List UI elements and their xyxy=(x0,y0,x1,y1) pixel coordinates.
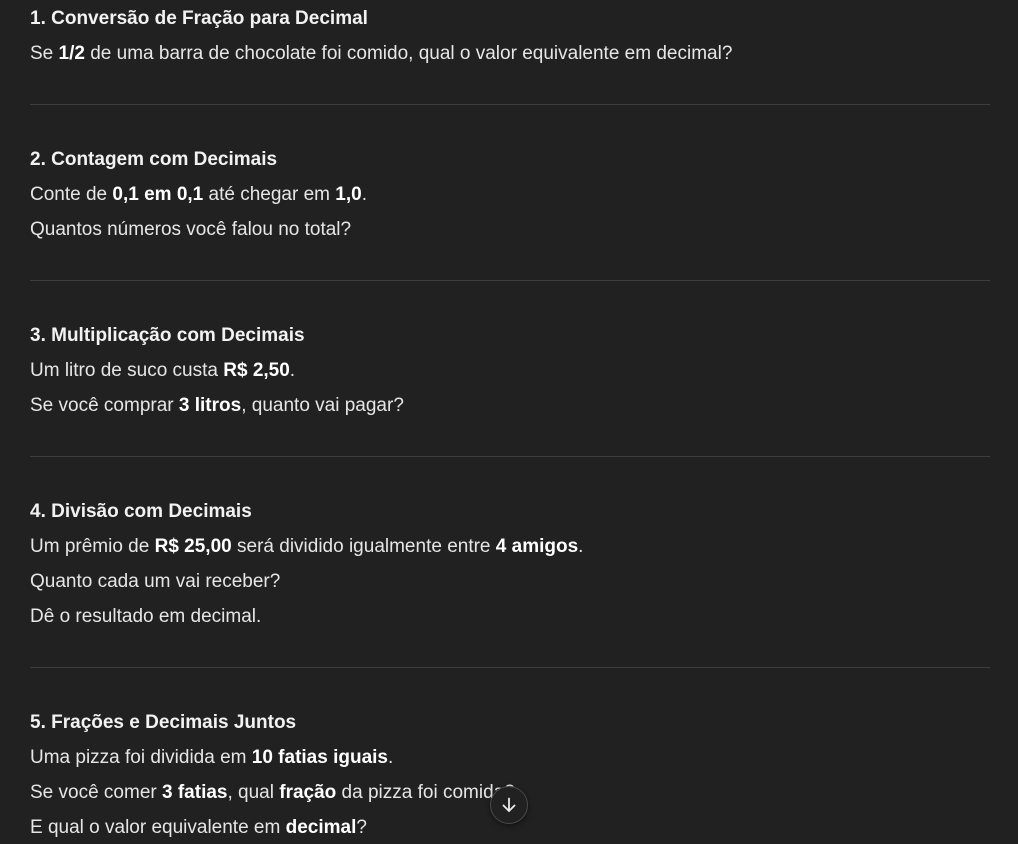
section-divider xyxy=(30,280,990,281)
bold-run: fração xyxy=(279,782,337,803)
exercise-4: 4. Divisão com Decimais Um prêmio de R$ … xyxy=(30,494,583,634)
text-run: de uma barra de chocolate foi comido, qu… xyxy=(84,43,733,64)
bold-run: 0,1 em 0,1 xyxy=(112,184,204,205)
section-divider xyxy=(30,104,990,105)
exercise-2-line-1: Conte de 0,1 em 0,1 até chegar em 1,0. xyxy=(30,177,367,212)
exercise-2-title: 2. Contagem com Decimais xyxy=(30,149,278,170)
exercise-5: 5. Frações e Decimais Juntos Uma pizza f… xyxy=(30,705,515,844)
exercise-3: 3. Multiplicação com Decimais Um litro d… xyxy=(30,318,404,423)
exercise-1-title: 1. Conversão de Fração para Decimal xyxy=(30,8,368,29)
text-run: , qual xyxy=(227,782,280,803)
text-run: Uma pizza foi dividida em xyxy=(30,747,252,768)
exercise-1-line-1: Se 1/2 de uma barra de chocolate foi com… xyxy=(30,36,732,71)
bold-run: R$ 25,00 xyxy=(154,536,232,557)
exercise-3-line-2: Se você comprar 3 litros, quanto vai pag… xyxy=(30,388,404,423)
text-run: Quanto cada um vai receber? xyxy=(30,571,281,592)
text-run: Se xyxy=(30,43,59,64)
exercise-1: 1. Conversão de Fração para Decimal Se 1… xyxy=(30,1,732,71)
bold-run: 1,0 xyxy=(335,184,362,205)
scroll-to-bottom-button[interactable] xyxy=(490,786,528,824)
text-run: Quantos números você falou no total? xyxy=(30,219,352,240)
exercise-2: 2. Contagem com Decimais Conte de 0,1 em… xyxy=(30,142,367,247)
exercise-2-line-2: Quantos números você falou no total? xyxy=(30,212,367,247)
text-run: . xyxy=(388,747,394,768)
text-run: . xyxy=(361,184,367,205)
bold-run: 3 litros xyxy=(178,395,242,416)
text-run: ? xyxy=(356,817,367,838)
exercise-4-line-3: Dê o resultado em decimal. xyxy=(30,599,583,634)
exercise-4-line-2: Quanto cada um vai receber? xyxy=(30,564,583,599)
exercise-5-line-2: Se você comer 3 fatias, qual fração da p… xyxy=(30,775,515,810)
exercise-4-line-1: Um prêmio de R$ 25,00 será dividido igua… xyxy=(30,529,583,564)
bold-run: 4 amigos xyxy=(495,536,579,557)
section-divider xyxy=(30,456,990,457)
exercise-3-line-1: Um litro de suco custa R$ 2,50. xyxy=(30,353,404,388)
text-run: até chegar em xyxy=(203,184,336,205)
bold-run: 10 fatias iguais xyxy=(251,747,388,768)
text-run: . xyxy=(289,360,296,381)
text-run: Um prêmio de xyxy=(30,536,155,557)
exercise-3-title: 3. Multiplicação com Decimais xyxy=(30,325,305,346)
text-run: Se você comprar xyxy=(30,395,179,416)
text-run: , quanto vai pagar? xyxy=(241,395,404,416)
bold-run: 1/2 xyxy=(58,43,85,64)
exercise-4-title: 4. Divisão com Decimais xyxy=(30,501,252,522)
section-divider xyxy=(30,667,990,668)
text-run: Conte de xyxy=(30,184,113,205)
text-run: Um litro de suco custa xyxy=(30,360,224,381)
text-run: Se você comer xyxy=(30,782,162,803)
exercise-5-line-3: E qual o valor equivalente em decimal? xyxy=(30,810,515,844)
text-run: da pizza foi comida? xyxy=(336,782,515,803)
bold-run: 3 fatias xyxy=(162,782,228,803)
text-run: será dividido igualmente entre xyxy=(231,536,496,557)
text-run: Dê o resultado em decimal. xyxy=(30,606,262,627)
text-run: . xyxy=(578,536,584,557)
bold-run: decimal xyxy=(285,817,357,838)
text-run: E qual o valor equivalente em xyxy=(30,817,286,838)
arrow-down-icon xyxy=(499,795,519,815)
bold-run: R$ 2,50 xyxy=(223,360,290,381)
exercise-5-line-1: Uma pizza foi dividida em 10 fatias igua… xyxy=(30,740,515,775)
exercise-5-title: 5. Frações e Decimais Juntos xyxy=(30,712,297,733)
